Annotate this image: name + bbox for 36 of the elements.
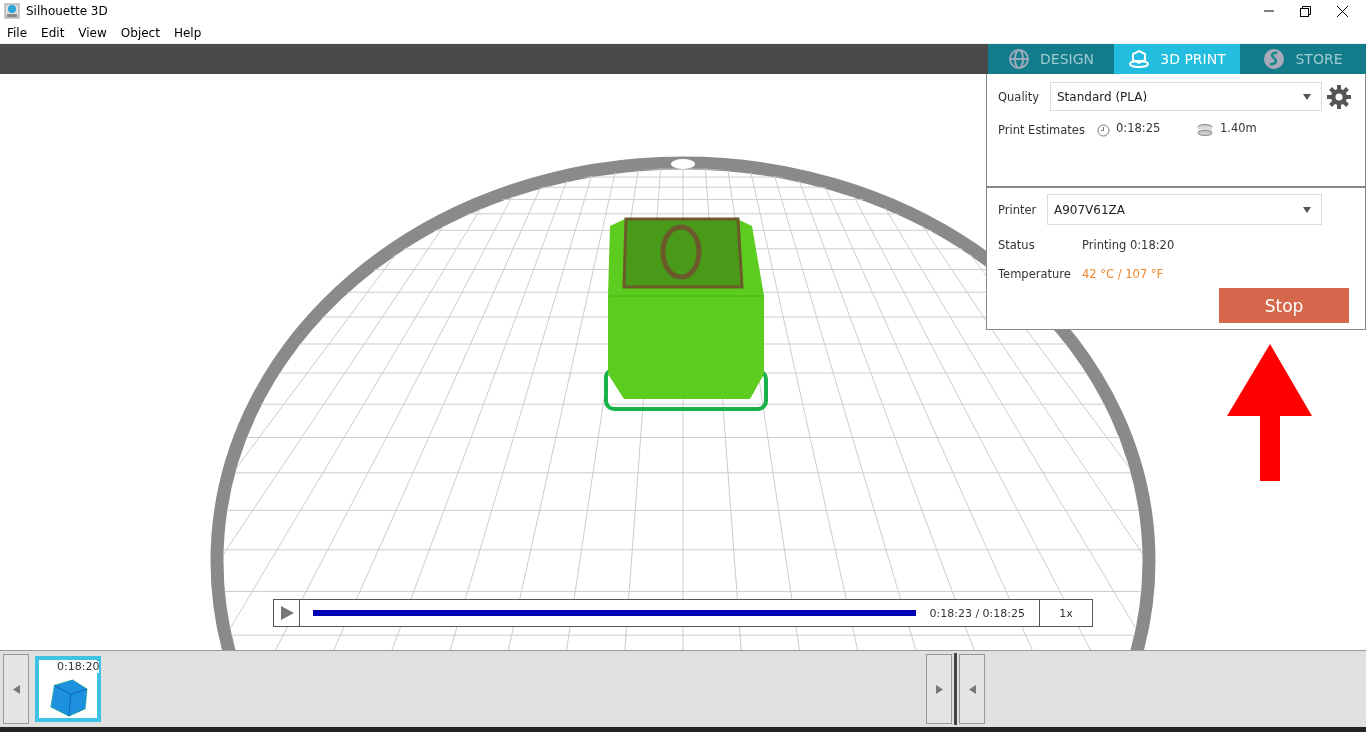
restore-icon[interactable] xyxy=(1300,5,1311,17)
menu-item[interactable]: Edit xyxy=(41,25,65,40)
store-logo-icon xyxy=(1263,48,1286,70)
layer-thumbnail[interactable]: 0:18:20 xyxy=(35,656,101,722)
menu-item[interactable]: Help xyxy=(173,25,202,40)
menu-item[interactable]: Object xyxy=(120,25,160,40)
left-arrow-icon xyxy=(12,684,20,694)
play-icon xyxy=(279,606,294,620)
thumbnail-time: 0:18:20 xyxy=(57,661,100,673)
print-estimates-label: Print Estimates xyxy=(998,123,1086,137)
menu-item[interactable]: File xyxy=(7,25,28,40)
quality-dropdown[interactable]: Standard (PLA) xyxy=(1050,82,1322,111)
app-logo-icon xyxy=(4,3,20,19)
filament-spool-icon xyxy=(1197,124,1214,136)
close-icon[interactable] xyxy=(1337,5,1348,17)
settings-icon[interactable] xyxy=(1326,83,1352,110)
clock-icon xyxy=(1097,123,1110,137)
window-title: Silhouette 3D xyxy=(26,4,108,18)
filament-length: 1.40m xyxy=(1220,121,1257,135)
stop-button[interactable]: Stop xyxy=(1219,288,1349,323)
right-arrow-icon xyxy=(935,684,943,694)
speed-button[interactable]: 1x xyxy=(1039,600,1092,626)
caret-icon xyxy=(1303,206,1311,213)
cube-icon xyxy=(1128,49,1151,69)
quality-label: Quality xyxy=(998,89,1041,104)
globe-icon xyxy=(1008,48,1030,70)
printer-label: Printer xyxy=(998,202,1038,217)
status-value: Printing 0:18:20 xyxy=(1082,238,1175,252)
temperature-label: Temperature xyxy=(998,267,1072,281)
menu-item[interactable]: View xyxy=(78,25,107,40)
playback-time: 0:18:23 / 0:18:25 xyxy=(928,605,1026,622)
status-label: Status xyxy=(998,238,1036,252)
caret-icon xyxy=(1303,93,1311,100)
temperature-value: 42 °C / 107 °F xyxy=(1082,267,1164,281)
left-arrow-icon xyxy=(968,684,976,694)
printer-dropdown[interactable]: A907V61ZA xyxy=(1047,194,1322,225)
